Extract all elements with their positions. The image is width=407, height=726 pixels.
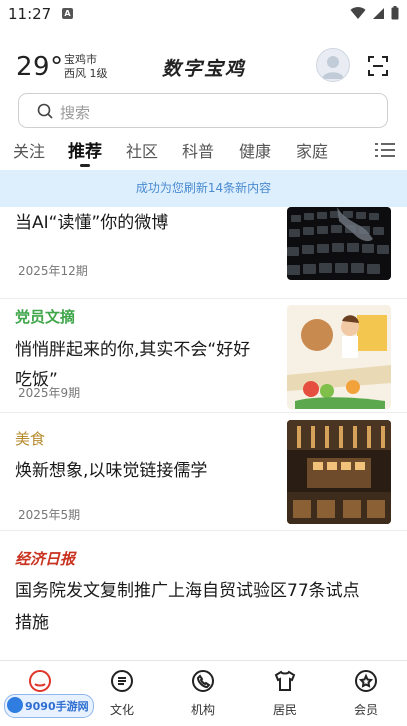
nav-residents-label: 居民 bbox=[272, 703, 297, 717]
active-tab-indicator bbox=[80, 164, 90, 167]
feed-item-source: 经济日报 bbox=[15, 550, 76, 568]
city-name: 宝鸡市 bbox=[64, 53, 97, 66]
feed-item-thumbnail[interactable] bbox=[287, 305, 391, 409]
search-placeholder: 搜索 bbox=[60, 104, 91, 122]
feed-item-source: 党员文摘 bbox=[15, 308, 76, 326]
signal-icon bbox=[372, 5, 385, 24]
feed-item[interactable]: 当AI“读懂”你的微博 2025年12期 bbox=[0, 207, 407, 298]
tab-follow[interactable]: 关注 bbox=[13, 138, 45, 162]
tab-health[interactable]: 健康 bbox=[239, 138, 271, 162]
nav-institution[interactable]: 机构 bbox=[173, 669, 233, 718]
system-icons bbox=[350, 5, 399, 24]
feed-item-source: 美食 bbox=[15, 430, 46, 448]
feed-item-thumbnail[interactable] bbox=[287, 420, 391, 524]
nav-culture[interactable]: 文化 bbox=[92, 669, 152, 718]
site-watermark: 9090手游网 bbox=[4, 694, 94, 718]
nav-culture-label: 文化 bbox=[109, 703, 134, 717]
status-time: 11:27 bbox=[8, 5, 52, 23]
app-logo: 数字宝鸡 bbox=[162, 58, 247, 80]
member-star-icon bbox=[336, 669, 396, 697]
feed-item-title-line2[interactable]: 措施 bbox=[15, 608, 49, 638]
feed-item-date: 2025年12期 bbox=[18, 264, 88, 278]
phone-icon bbox=[173, 669, 233, 697]
category-tabs: 关注 推荐 社区 科普 健康 家庭 bbox=[0, 136, 407, 168]
battery-icon bbox=[391, 5, 399, 24]
temperature: 29° bbox=[16, 52, 64, 82]
scan-icon[interactable] bbox=[368, 56, 388, 80]
shirt-icon bbox=[255, 669, 315, 697]
feed-item-date: 2025年5期 bbox=[18, 508, 81, 522]
notification-badge: A bbox=[62, 8, 73, 19]
nav-residents[interactable]: 居民 bbox=[255, 669, 315, 718]
culture-icon bbox=[92, 669, 152, 697]
feed-item-title[interactable]: 焕新想象,以味觉链接儒学 bbox=[15, 456, 207, 486]
tab-family[interactable]: 家庭 bbox=[296, 138, 328, 162]
tab-community[interactable]: 社区 bbox=[126, 138, 158, 162]
nav-member-label: 会员 bbox=[353, 703, 378, 717]
avatar[interactable] bbox=[316, 48, 350, 82]
search-input[interactable]: 搜索 bbox=[18, 93, 388, 128]
wind-info: 西风 1级 bbox=[64, 67, 108, 80]
home-icon bbox=[10, 669, 70, 697]
app-header: 29° 宝鸡市 西风 1级 数字宝鸡 bbox=[0, 44, 407, 88]
tab-menu-icon[interactable] bbox=[375, 141, 395, 163]
watermark-text: 9090手游网 bbox=[25, 700, 89, 713]
news-feed: 当AI“读懂”你的微博 2025年12期 党员文摘 悄悄胖起来的你,其实不会“好… bbox=[0, 207, 407, 660]
status-bar: 11:27 A bbox=[0, 0, 407, 30]
feed-item[interactable]: 党员文摘 悄悄胖起来的你,其实不会“好好 吃饭” 2025年9期 bbox=[0, 299, 407, 413]
watermark-logo-icon bbox=[7, 697, 23, 713]
tab-recommend[interactable]: 推荐 bbox=[68, 137, 102, 162]
search-icon bbox=[37, 103, 53, 123]
tab-science[interactable]: 科普 bbox=[182, 138, 214, 162]
feed-item[interactable]: 经济日报 国务院发文复制推广上海自贸试验区77条试点 措施 bbox=[0, 531, 407, 660]
weather-location[interactable]: 宝鸡市 西风 1级 bbox=[64, 53, 108, 81]
refresh-toast: 成功为您刷新14条新内容 bbox=[0, 170, 407, 207]
wifi-icon bbox=[350, 5, 366, 24]
feed-item-title-line1[interactable]: 国务院发文复制推广上海自贸试验区77条试点 bbox=[15, 576, 360, 606]
nav-institution-label: 机构 bbox=[190, 703, 215, 717]
nav-member[interactable]: 会员 bbox=[336, 669, 396, 718]
feed-item-title-line1[interactable]: 悄悄胖起来的你,其实不会“好好 bbox=[15, 335, 250, 365]
feed-item-date: 2025年9期 bbox=[18, 386, 81, 400]
feed-item-title[interactable]: 当AI“读懂”你的微博 bbox=[15, 208, 168, 238]
feed-item-thumbnail[interactable] bbox=[287, 207, 391, 280]
feed-item[interactable]: 美食 焕新想象,以味觉链接儒学 2025年5期 bbox=[0, 413, 407, 529]
